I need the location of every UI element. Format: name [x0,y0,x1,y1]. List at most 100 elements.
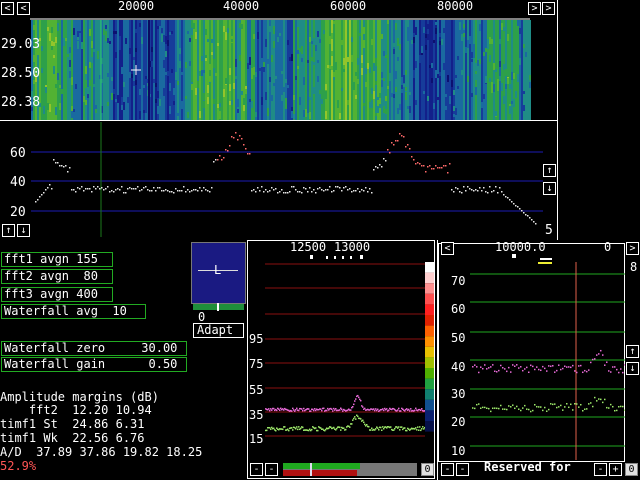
waterfall-speckle [189,61,191,66]
waterfall-speckle [161,34,163,42]
waterfall-speckle [459,106,461,110]
waterfall-column [207,20,209,120]
hires-point [558,364,560,366]
waterfall-speckle [207,97,209,104]
spectrum-point [165,189,167,191]
waterfall-speckle [137,102,139,105]
hires-up-button[interactable]: ↑ [626,345,639,358]
spectrum-point [109,191,111,193]
adapt-button[interactable]: Adapt [193,323,244,338]
fft3-avgn-field[interactable]: fft3 avgn 400 [1,287,113,302]
waterfall-speckle [59,110,61,115]
waterfall-speckle [179,85,181,88]
waterfall-speckle [221,36,223,39]
waterfall-column [213,20,215,120]
spectrum-point [233,137,235,139]
waterfall-speckle [327,65,329,68]
spectrum-up-button[interactable]: ↑ [543,164,556,177]
spectrum-left-up-button[interactable]: ↑ [2,224,15,237]
waterfall-speckle [81,42,83,49]
scroll-right-button[interactable]: > [542,2,555,15]
hires-plus-button[interactable]: + [609,463,622,476]
spectrum-point [267,191,269,193]
waterfall-column [525,20,527,120]
scroll-left-button[interactable]: < [1,2,14,15]
spectrum-point [87,188,89,190]
spectrum-left-down-button[interactable]: ↓ [17,224,30,237]
waterfall-speckle [109,41,111,44]
waterfall-speckle [443,28,445,33]
hires-point [548,365,550,367]
scroll-left-fast-button[interactable]: < [17,2,30,15]
hires-right-button[interactable]: > [626,242,639,255]
waterfall-display[interactable] [31,20,531,120]
baseband-corner-value[interactable]: 0 [421,463,434,476]
spectrum-point [129,187,131,189]
hires-left-button[interactable]: < [441,242,454,255]
hires-spectrum[interactable] [470,262,625,460]
spectrum-down-button[interactable]: ↓ [543,182,556,195]
waterfall-speckle [237,99,239,107]
waterfall-speckle [309,37,311,42]
waterfall-speckle [67,73,69,80]
waterfall-zero-field[interactable]: Waterfall zero 30.00 [1,341,187,356]
baseband-point [343,427,345,429]
hires-point [528,371,530,374]
baseband-spectrum[interactable] [265,262,425,458]
waterfall-speckle [199,111,201,118]
waterfall-speckle [233,83,235,86]
hires-point [574,403,576,405]
waterfall-speckle [261,97,263,105]
spectrum-point [369,188,371,190]
baseband-point [280,407,282,410]
waterfall-speckle [349,67,351,71]
waterfall-speckle [479,73,481,76]
hires-minus3-button[interactable]: - [594,463,607,476]
waterfall-speckle [375,81,377,85]
hires-down-button[interactable]: ↓ [626,362,639,375]
waterfall-speckle [239,55,241,61]
hires-point [570,403,572,406]
spectrum-point [503,194,505,196]
waterfall-speckle [325,91,327,99]
main-spectrum[interactable] [31,122,543,237]
fft2-avgn-field[interactable]: fft2 avgn 80 [1,269,113,284]
hires-point [488,367,490,369]
color-scale-band [425,357,434,368]
hires-point [600,349,602,352]
waterfall-speckle [337,100,339,108]
waterfall-speckle [311,41,313,44]
spectrum-point [131,188,133,190]
hires-minus-button[interactable]: - [441,463,454,476]
hires-point [618,406,620,408]
baseband-point [397,409,399,411]
hires-footer-value[interactable]: 0 [625,463,638,476]
spectrum-point [179,190,181,192]
hires-y-label: 60 [451,302,466,316]
spectrum-point [277,192,279,194]
baseband-point [292,429,294,431]
waterfall-gain-field[interactable]: Waterfall gain 0.50 [1,357,187,372]
waterfall-speckle [73,28,75,34]
fft1-avgn-field[interactable]: fft1 avgn 155 [1,252,113,267]
waterfall-speckle [371,88,373,94]
spectrum-point [517,206,519,208]
waterfall-speckle [181,101,183,109]
waterfall-speckle [385,109,387,114]
waterfall-speckle [509,84,511,89]
waterfall-avg-field[interactable]: Waterfall avg 10 [1,304,146,319]
spectrum-point [127,188,129,190]
baseband-minus-button[interactable]: - [250,463,263,476]
waterfall-speckle [219,111,221,119]
spectrum-point [97,186,99,188]
waterfall-speckle [323,30,325,34]
hires-minus2-button[interactable]: - [456,463,469,476]
baseband-point [414,409,416,412]
waterfall-column [529,20,531,120]
baseband-minus2-button[interactable]: - [265,463,278,476]
waterfall-speckle [303,110,305,117]
waterfall-speckle [359,97,361,105]
spectrum-point [189,191,191,193]
baseband-point [355,418,357,420]
waterfall-speckle [135,80,137,85]
